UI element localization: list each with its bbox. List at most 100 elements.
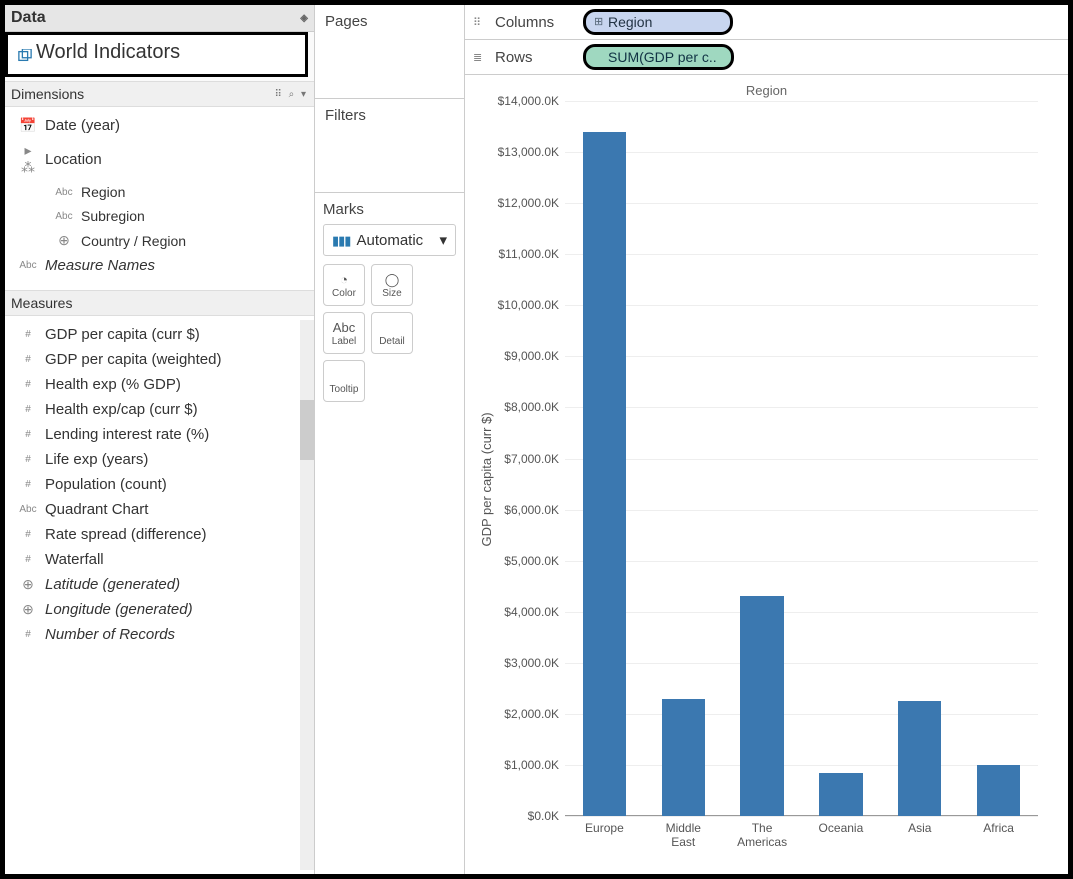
measures-scroll-thumb[interactable] bbox=[300, 400, 314, 460]
gridline bbox=[565, 356, 1038, 357]
label-icon: Abc bbox=[333, 320, 355, 336]
field-label: Waterfall bbox=[45, 551, 104, 568]
pages-title: Pages bbox=[325, 13, 454, 30]
shelves-pane: Pages Filters Marks ▮▮▮Automatic ▾ ◔Colo… bbox=[315, 5, 465, 874]
field-label: Life exp (years) bbox=[45, 451, 148, 468]
datasource-icon bbox=[18, 46, 32, 60]
measure-field[interactable]: #Lending interest rate (%) bbox=[5, 422, 314, 447]
y-tick-label: $0.0K bbox=[528, 809, 565, 823]
columns-pill-region[interactable]: ⊞ Region bbox=[583, 9, 733, 35]
mark-card-label: Label bbox=[332, 336, 356, 347]
x-tick-label: TheAmericas bbox=[737, 816, 787, 850]
marks-card: Marks ▮▮▮Automatic ▾ ◔Color◯SizeAbcLabel… bbox=[315, 193, 464, 874]
y-tick-label: $1,000.0K bbox=[504, 758, 565, 772]
gridline bbox=[565, 305, 1038, 306]
x-tick-label: Asia bbox=[908, 816, 931, 836]
marks-title: Marks bbox=[323, 201, 456, 218]
dimension-field[interactable]: 📅Date (year) bbox=[5, 113, 314, 138]
measure-field[interactable]: #Waterfall bbox=[5, 547, 314, 572]
dimensions-list: 📅Date (year)▸ ⁂LocationAbcRegionAbcSubre… bbox=[5, 107, 314, 290]
mark-type-select[interactable]: ▮▮▮Automatic ▾ bbox=[323, 224, 456, 256]
gridline bbox=[565, 714, 1038, 715]
chart-title: Region bbox=[746, 83, 787, 98]
measure-field[interactable]: ⊕Latitude (generated) bbox=[5, 572, 314, 597]
measure-field[interactable]: #GDP per capita (weighted) bbox=[5, 347, 314, 372]
dimension-field[interactable]: AbcMeasure Names bbox=[5, 253, 314, 278]
measure-field[interactable]: ⊕Longitude (generated) bbox=[5, 597, 314, 622]
mark-card-size[interactable]: ◯Size bbox=[371, 264, 413, 306]
plot[interactable]: $0.0K$1,000.0K$2,000.0K$3,000.0K$4,000.0… bbox=[565, 101, 1038, 816]
measure-field[interactable]: #Health exp (% GDP) bbox=[5, 372, 314, 397]
field-label: Number of Records bbox=[45, 626, 175, 643]
chart-area: Region GDP per capita (curr $) $0.0K$1,0… bbox=[465, 75, 1068, 874]
pages-shelf[interactable]: Pages bbox=[315, 5, 464, 99]
field-label: Population (count) bbox=[45, 476, 167, 493]
mark-card-label: Detail bbox=[379, 336, 405, 347]
dimension-field[interactable]: AbcSubregion bbox=[5, 204, 314, 228]
datasource-name: World Indicators bbox=[36, 41, 180, 64]
dimension-field[interactable]: ▸ ⁂Location bbox=[5, 138, 314, 180]
y-tick-label: $10,000.0K bbox=[498, 298, 565, 312]
mark-card-color[interactable]: ◔Color bbox=[323, 264, 365, 306]
mark-card-label: Size bbox=[382, 288, 401, 299]
measure-field[interactable]: #Population (count) bbox=[5, 472, 314, 497]
bar-oceania[interactable] bbox=[819, 773, 862, 816]
measure-field[interactable]: #Life exp (years) bbox=[5, 447, 314, 472]
field-label: Health exp/cap (curr $) bbox=[45, 401, 198, 418]
rows-pill-gdp[interactable]: SUM(GDP per c.. bbox=[583, 44, 734, 70]
measures-scrollbar[interactable] bbox=[300, 320, 314, 870]
x-tick-label: Europe bbox=[585, 816, 624, 836]
y-tick-label: $4,000.0K bbox=[504, 605, 565, 619]
expand-icon[interactable]: ⊞ bbox=[594, 15, 603, 28]
measure-field[interactable]: #Health exp/cap (curr $) bbox=[5, 397, 314, 422]
field-label: Latitude (generated) bbox=[45, 576, 180, 593]
y-tick-label: $7,000.0K bbox=[504, 452, 565, 466]
mark-card-label[interactable]: AbcLabel bbox=[323, 312, 365, 354]
rows-shelf[interactable]: ≣ Rows SUM(GDP per c.. bbox=[465, 40, 1068, 75]
field-label: Location bbox=[45, 151, 102, 168]
y-tick-label: $11,000.0K bbox=[499, 247, 566, 261]
mark-card-label: Tooltip bbox=[330, 384, 359, 395]
field-label: Longitude (generated) bbox=[45, 601, 193, 618]
gridline bbox=[565, 765, 1038, 766]
measure-field[interactable]: #Number of Records bbox=[5, 622, 314, 647]
y-tick-label: $8,000.0K bbox=[504, 400, 565, 414]
y-tick-label: $14,000.0K bbox=[498, 94, 565, 108]
y-axis-title: GDP per capita (curr $) bbox=[479, 413, 494, 547]
dimension-field[interactable]: ⊕Country / Region bbox=[5, 228, 314, 253]
measures-title: Measures bbox=[11, 295, 72, 311]
bar-middle-east[interactable] bbox=[662, 699, 705, 816]
data-tab-header[interactable]: Data ◈ bbox=[5, 5, 314, 32]
mark-card-detail[interactable]: Detail bbox=[371, 312, 413, 354]
bar-the-americas[interactable] bbox=[740, 596, 783, 816]
measures-header: Measures bbox=[5, 290, 314, 316]
measure-field[interactable]: AbcQuadrant Chart bbox=[5, 497, 314, 522]
x-tick-label: Oceania bbox=[819, 816, 864, 836]
rows-label: Rows bbox=[495, 49, 575, 66]
filters-title: Filters bbox=[325, 107, 454, 124]
dimension-field[interactable]: AbcRegion bbox=[5, 180, 314, 204]
gridline bbox=[565, 254, 1038, 255]
mark-card-tooltip[interactable]: Tooltip bbox=[323, 360, 365, 402]
filters-shelf[interactable]: Filters bbox=[315, 99, 464, 193]
bar-europe[interactable] bbox=[583, 132, 626, 816]
data-tab-menu-icon[interactable]: ◈ bbox=[300, 13, 308, 24]
size-icon: ◯ bbox=[385, 272, 400, 288]
chevron-down-icon: ▾ bbox=[439, 231, 447, 249]
gridline bbox=[565, 561, 1038, 562]
bar-asia[interactable] bbox=[898, 701, 941, 816]
columns-shelf[interactable]: ⠿ Columns ⊞ Region bbox=[465, 5, 1068, 40]
dimensions-tools[interactable]: ⠿ ⌕ ▾ bbox=[274, 89, 308, 100]
y-tick-label: $2,000.0K bbox=[504, 707, 565, 721]
measure-field[interactable]: #Rate spread (difference) bbox=[5, 522, 314, 547]
x-axis bbox=[565, 815, 1038, 816]
datasource-row[interactable]: World Indicators bbox=[5, 32, 308, 77]
viz-pane: ⠿ Columns ⊞ Region ≣ Rows SUM(GDP per c.… bbox=[465, 5, 1068, 874]
y-tick-label: $12,000.0K bbox=[498, 196, 565, 210]
field-label: Date (year) bbox=[45, 117, 120, 134]
gridline bbox=[565, 152, 1038, 153]
field-label: Measure Names bbox=[45, 257, 155, 274]
measure-field[interactable]: #GDP per capita (curr $) bbox=[5, 322, 314, 347]
bar-africa[interactable] bbox=[977, 765, 1020, 816]
columns-icon: ⠿ bbox=[473, 16, 487, 29]
